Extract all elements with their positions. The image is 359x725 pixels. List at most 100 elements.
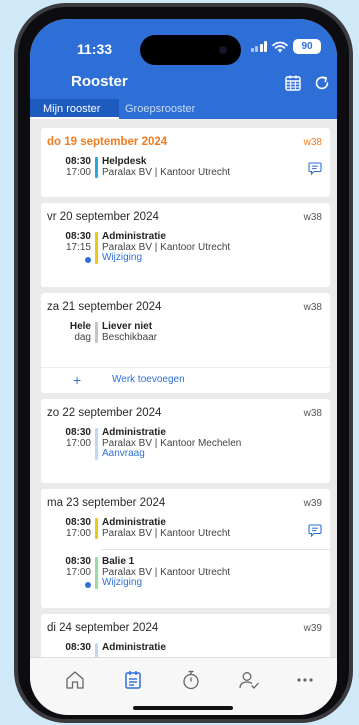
- app-header: 11:33 90 Rooster Mijn rooster Groepsroos…: [30, 19, 337, 119]
- tab-bar: Mijn rooster Groepsrooster: [30, 99, 337, 119]
- day-date: zo 22 september 2024: [47, 407, 162, 419]
- comment-icon[interactable]: [308, 162, 322, 175]
- shift-times: 08:30 17:00: [47, 156, 91, 178]
- day-card-19: do 19 september 2024 w38 08:30 17:00 Hel…: [41, 128, 330, 197]
- home-icon[interactable]: [63, 668, 87, 692]
- shift-item[interactable]: 08:30 17:00 Balie 1 Paralax BV | Kantoor…: [47, 556, 324, 593]
- shift-start: 08:30: [65, 517, 91, 528]
- week-number: w38: [303, 137, 322, 148]
- shift-info: Helpdesk Paralax BV | Kantoor Utrecht: [102, 156, 231, 178]
- wifi-icon: [272, 41, 288, 52]
- week-number: w38: [303, 212, 322, 223]
- day-card-23: ma 23 september 2024 w39 08:30 17:00 Adm…: [41, 489, 330, 608]
- shift-item[interactable]: 08:30 17:00 Helpdesk Paralax BV | Kantoo…: [47, 156, 324, 193]
- shift-start: 08:30: [65, 427, 91, 438]
- page-title: Rooster: [71, 73, 128, 90]
- shift-name: Administratie: [102, 642, 166, 653]
- home-indicator: [133, 706, 233, 710]
- shift-location: Beschikbaar: [102, 331, 158, 343]
- week-number: w38: [303, 302, 322, 313]
- week-number: w39: [303, 498, 322, 509]
- shift-item[interactable]: 08:30 Administratie: [47, 642, 324, 657]
- shift-location: Paralax BV | Kantoor Utrecht: [102, 527, 231, 539]
- more-icon[interactable]: [293, 668, 317, 692]
- shift-start: Hele: [69, 321, 91, 332]
- week-number: w38: [303, 408, 322, 419]
- shift-start: 08:30: [65, 231, 91, 242]
- shift-info: Administratie Paralax BV | Kantoor Meche…: [102, 427, 241, 460]
- shift-location: Paralax BV | Kantoor Utrecht: [102, 166, 231, 178]
- add-work-button[interactable]: + Werk toevoegen: [41, 367, 330, 391]
- shift-info: Balie 1 Paralax BV | Kantoor Utrecht Wij…: [102, 556, 230, 589]
- shift-divider: [101, 549, 330, 550]
- shift-name: Administratie: [102, 427, 166, 438]
- shift-start: 08:30: [65, 156, 91, 167]
- camera-dot: [219, 46, 227, 54]
- week-number: w39: [303, 623, 322, 634]
- shift-times: 08:30 17:00: [47, 517, 91, 539]
- shift-end: 17:00: [65, 166, 91, 178]
- calendar-grid-icon[interactable]: [283, 73, 303, 93]
- shift-times: Hele dag: [47, 321, 91, 343]
- shift-info: Administratie: [102, 642, 166, 654]
- change-marker: [85, 582, 91, 588]
- status-time: 11:33: [77, 41, 113, 57]
- plus-icon: +: [73, 372, 82, 388]
- day-date: ma 23 september 2024: [47, 497, 166, 509]
- add-work-label: Werk toevoegen: [112, 374, 185, 385]
- shift-end: 17:00: [65, 437, 91, 449]
- shift-color-bar: [95, 322, 98, 343]
- user-check-icon[interactable]: [237, 668, 261, 692]
- availability-item[interactable]: Hele dag Liever niet Beschikbaar: [47, 321, 324, 358]
- day-date: di 24 september 2024: [47, 622, 159, 634]
- phone-frame: 11:33 90 Rooster Mijn rooster Groepsroos…: [14, 3, 353, 723]
- shift-status: Wijziging: [102, 577, 143, 588]
- battery-icon: 90: [293, 39, 321, 54]
- shift-start: 08:30: [65, 642, 91, 653]
- day-card-21: za 21 september 2024 w38 Hele dag Liever…: [41, 293, 330, 393]
- day-card-24: di 24 september 2024 w39 08:30 Administr…: [41, 614, 330, 657]
- day-date: do 19 september 2024: [47, 136, 168, 148]
- shift-name: Administratie: [102, 517, 166, 528]
- status-icons: 90: [250, 39, 321, 54]
- comment-icon[interactable]: [308, 524, 322, 537]
- shift-color-bar: [95, 428, 98, 460]
- shift-status: Wijziging: [102, 252, 143, 263]
- refresh-icon[interactable]: [312, 73, 332, 93]
- shift-info: Administratie Paralax BV | Kantoor Utrec…: [102, 517, 231, 539]
- shift-name: Liever niet: [102, 321, 153, 332]
- shift-info: Liever niet Beschikbaar: [102, 321, 158, 343]
- shift-color-bar: [95, 232, 98, 264]
- stopwatch-icon[interactable]: [179, 668, 203, 692]
- shift-color-bar: [95, 157, 98, 178]
- shift-info: Administratie Paralax BV | Kantoor Utrec…: [102, 231, 230, 264]
- change-marker: [85, 257, 91, 263]
- shift-item[interactable]: 08:30 17:15 Administratie Paralax BV | K…: [47, 231, 324, 268]
- tab-mijn-rooster[interactable]: Mijn rooster: [30, 99, 119, 119]
- shift-name: Balie 1: [102, 556, 135, 567]
- shift-times: 08:30 17:15: [47, 231, 91, 253]
- shift-color-bar: [95, 557, 98, 589]
- shift-color-bar: [95, 643, 98, 657]
- shift-name: Helpdesk: [102, 156, 147, 167]
- shift-end: dag: [74, 331, 91, 343]
- phone-bezel: 11:33 90 Rooster Mijn rooster Groepsroos…: [18, 7, 349, 719]
- dynamic-island: [140, 35, 241, 65]
- screen: 11:33 90 Rooster Mijn rooster Groepsroos…: [30, 19, 337, 715]
- shift-times: 08:30: [47, 642, 91, 654]
- schedule-list[interactable]: do 19 september 2024 w38 08:30 17:00 Hel…: [30, 119, 337, 657]
- shift-status: Aanvraag: [102, 448, 145, 459]
- shift-item[interactable]: 08:30 17:00 Administratie Paralax BV | K…: [47, 427, 324, 464]
- shift-name: Administratie: [102, 231, 166, 242]
- shift-start: 08:30: [65, 556, 91, 567]
- shift-end: 17:15: [65, 241, 91, 253]
- shift-end: 17:00: [65, 527, 91, 539]
- signal-icon: [250, 41, 267, 52]
- tab-groepsrooster[interactable]: Groepsrooster: [125, 99, 195, 119]
- day-card-22: zo 22 september 2024 w38 08:30 17:00 Adm…: [41, 399, 330, 483]
- day-date: za 21 september 2024: [47, 301, 162, 313]
- schedule-icon[interactable]: [121, 668, 145, 692]
- shift-color-bar: [95, 518, 98, 539]
- shift-times: 08:30 17:00: [47, 427, 91, 449]
- day-date: vr 20 september 2024: [47, 211, 159, 223]
